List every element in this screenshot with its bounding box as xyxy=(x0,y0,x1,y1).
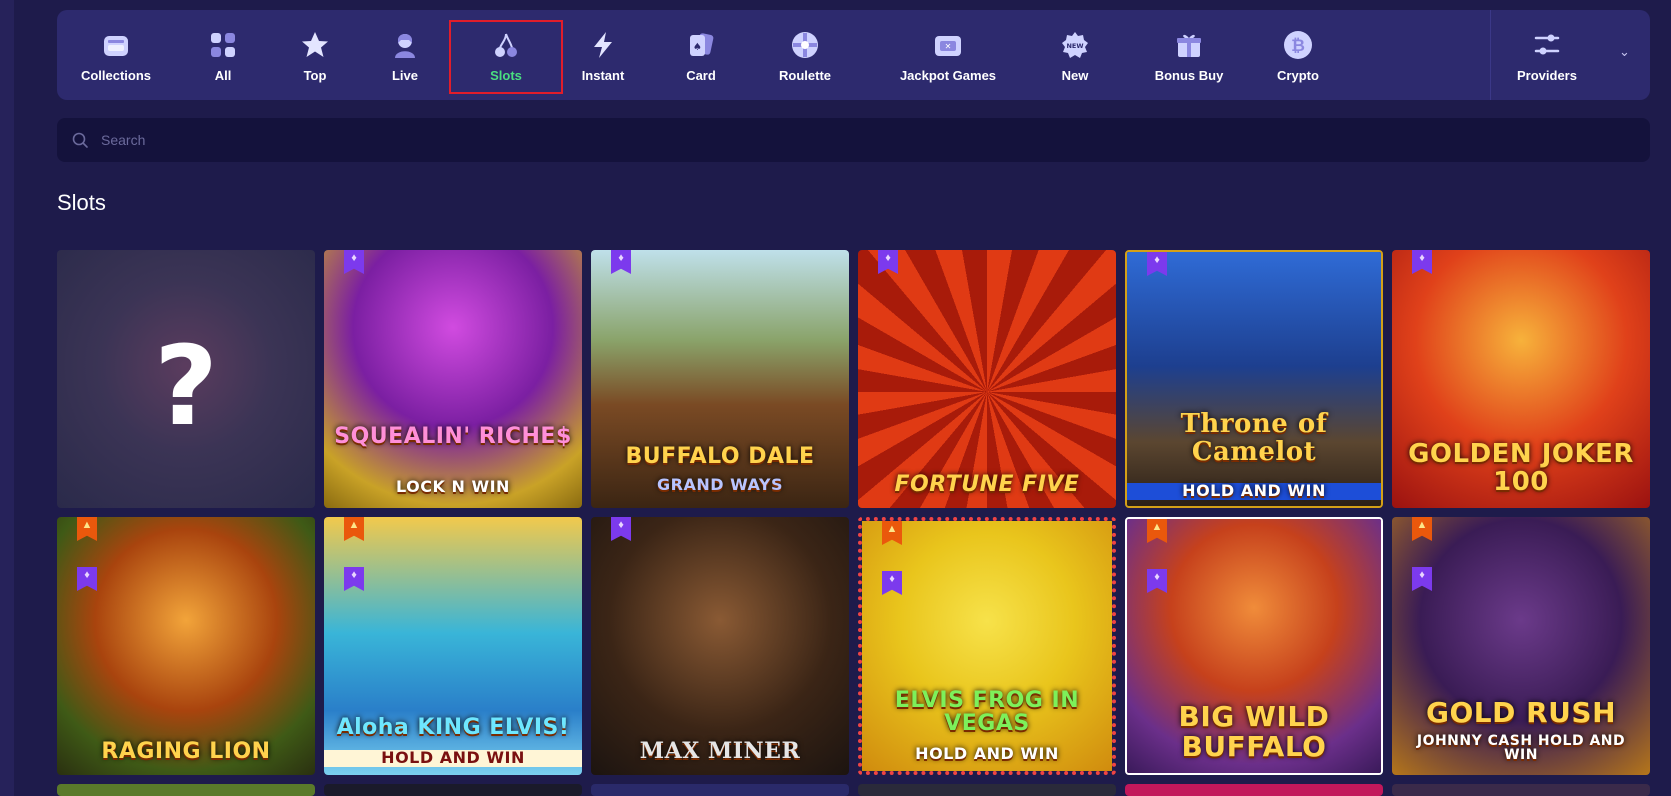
game-tile-partial[interactable] xyxy=(1125,784,1383,796)
game-subtitle: LOCK N WIN xyxy=(396,477,510,497)
sliders-icon xyxy=(1530,28,1564,62)
game-title: GOLD RUSH xyxy=(1425,695,1616,729)
new-badge-icon: NEW xyxy=(1058,28,1092,62)
nav-divider xyxy=(1490,10,1491,100)
game-title: BUFFALO DALE xyxy=(625,443,815,469)
search-icon xyxy=(72,132,88,148)
svg-text:✕: ✕ xyxy=(945,42,952,51)
game-tile-golden-joker-100[interactable]: ♦ GOLDEN JOKER 100 xyxy=(1392,250,1650,508)
dealer-icon xyxy=(388,28,422,62)
nav-item-collections[interactable]: Collections xyxy=(81,10,151,100)
section-title: Slots xyxy=(57,190,106,215)
nav-label: Jackpot Games xyxy=(899,67,997,83)
svg-text:♠: ♠ xyxy=(693,42,702,53)
game-art xyxy=(858,250,1116,508)
nav-item-roulette[interactable]: Roulette xyxy=(765,10,845,100)
game-title: BIG WILD BUFFALO xyxy=(1178,700,1330,763)
game-tile-max-miner[interactable]: ♦ MAX MINER xyxy=(591,517,849,775)
game-art xyxy=(591,517,849,775)
game-tile-partial[interactable] xyxy=(324,784,582,796)
search-input[interactable] xyxy=(99,131,1603,149)
nav-item-bonus-buy[interactable]: Bonus Buy xyxy=(1139,10,1239,100)
nav-label: Instant xyxy=(581,67,625,83)
bitcoin-icon: ₿ xyxy=(1281,28,1315,62)
nav-item-card[interactable]: ♠ Card xyxy=(671,10,731,100)
search-bar xyxy=(57,118,1650,162)
game-art xyxy=(591,250,849,508)
game-tile-squealin-riches[interactable]: ♦ SQUEALIN' RICHE$ LOCK N WIN xyxy=(324,250,582,508)
providers-label: Providers xyxy=(1517,67,1577,83)
category-nav: Collections All Top Live Slots Instant ♠… xyxy=(57,10,1650,100)
game-tile-fortune-five[interactable]: ♦ FORTUNE FIVE xyxy=(858,250,1116,508)
game-title: RAGING LION xyxy=(101,738,271,764)
game-subtitle: HOLD AND WIN xyxy=(915,744,1059,764)
nav-label: Slots xyxy=(490,67,522,83)
game-subtitle: HOLD AND WIN xyxy=(324,749,582,767)
svg-text:NEW: NEW xyxy=(1066,42,1083,50)
game-tile-gold-rush[interactable]: ▲ ♦ GOLD RUSH JOHNNY CASH HOLD AND WIN xyxy=(1392,517,1650,775)
cherry-icon xyxy=(489,28,523,62)
game-subtitle: JOHNNY CASH HOLD AND WIN xyxy=(1416,732,1626,764)
nav-item-slots[interactable]: Slots xyxy=(449,10,563,100)
nav-item-instant[interactable]: Instant xyxy=(573,10,633,100)
game-tile-aloha-king-elvis[interactable]: ▲ ♦ Aloha KING ELVIS! HOLD AND WIN xyxy=(324,517,582,775)
mystery-question-mark: ? xyxy=(154,322,218,450)
game-art xyxy=(324,250,582,508)
game-title: GOLDEN JOKER 100 xyxy=(1408,439,1634,497)
game-title: MAX MINER xyxy=(639,737,801,764)
game-title: ELVIS FROG IN VEGAS xyxy=(894,687,1080,736)
lightning-icon xyxy=(586,28,620,62)
game-tile-partial[interactable] xyxy=(858,784,1116,796)
collections-icon xyxy=(99,28,133,62)
game-tile-raging-lion[interactable]: ▲ ♦ RAGING LION xyxy=(57,517,315,775)
svg-text:₿: ₿ xyxy=(1291,36,1305,56)
game-tile-throne-of-camelot[interactable]: ♦ Throne of Camelot HOLD AND WIN xyxy=(1125,250,1383,508)
nav-label: Live xyxy=(391,67,418,83)
nav-item-top[interactable]: Top xyxy=(287,10,343,100)
nav-item-crypto[interactable]: ₿ Crypto xyxy=(1263,10,1333,100)
game-tile-mystery[interactable]: ? xyxy=(57,250,315,508)
game-tile-partial[interactable] xyxy=(57,784,315,796)
game-tile-big-wild-buffalo[interactable]: ▲ ♦ BIG WILD BUFFALO xyxy=(1125,517,1383,775)
roulette-icon xyxy=(788,28,822,62)
nav-label: Crypto xyxy=(1277,67,1319,83)
gift-icon xyxy=(1172,28,1206,62)
star-icon xyxy=(298,28,332,62)
nav-label: Card xyxy=(686,67,716,83)
nav-label: New xyxy=(1061,67,1089,83)
game-tile-partial[interactable] xyxy=(1392,784,1650,796)
cards-icon: ♠ xyxy=(684,28,718,62)
nav-item-all[interactable]: All xyxy=(197,10,249,100)
game-subtitle: HOLD AND WIN xyxy=(1127,482,1381,500)
nav-item-jackpot-games[interactable]: ✕ Jackpot Games xyxy=(883,10,1013,100)
nav-label: Roulette xyxy=(779,67,831,83)
left-edge-bar xyxy=(0,0,14,796)
game-tile-partial[interactable] xyxy=(591,784,849,796)
nav-item-live[interactable]: Live xyxy=(377,10,433,100)
game-art xyxy=(1127,252,1381,506)
chevron-down-icon[interactable]: ⌄ xyxy=(1619,44,1630,60)
game-title: Throne of Camelot xyxy=(1180,409,1328,467)
providers-dropdown[interactable]: Providers xyxy=(1502,10,1592,100)
nav-item-new[interactable]: NEW New xyxy=(1047,10,1103,100)
jackpot-icon: ✕ xyxy=(931,28,965,62)
nav-label: Bonus Buy xyxy=(1154,67,1224,83)
nav-label: Collections xyxy=(80,67,152,83)
grid-icon xyxy=(206,28,240,62)
game-subtitle: GRAND WAYS xyxy=(657,475,783,495)
game-art xyxy=(57,517,315,775)
game-title: SQUEALIN' RICHE$ xyxy=(334,423,572,449)
nav-label: Top xyxy=(303,67,327,83)
game-title: Aloha KING ELVIS! xyxy=(336,714,570,740)
game-tile-buffalo-dale[interactable]: ♦ BUFFALO DALE GRAND WAYS xyxy=(591,250,849,508)
game-tile-elvis-frog-in-vegas[interactable]: ▲ ♦ ELVIS FROG IN VEGAS HOLD AND WIN xyxy=(858,517,1116,775)
nav-label: All xyxy=(214,67,232,83)
game-title: FORTUNE FIVE xyxy=(894,471,1080,497)
